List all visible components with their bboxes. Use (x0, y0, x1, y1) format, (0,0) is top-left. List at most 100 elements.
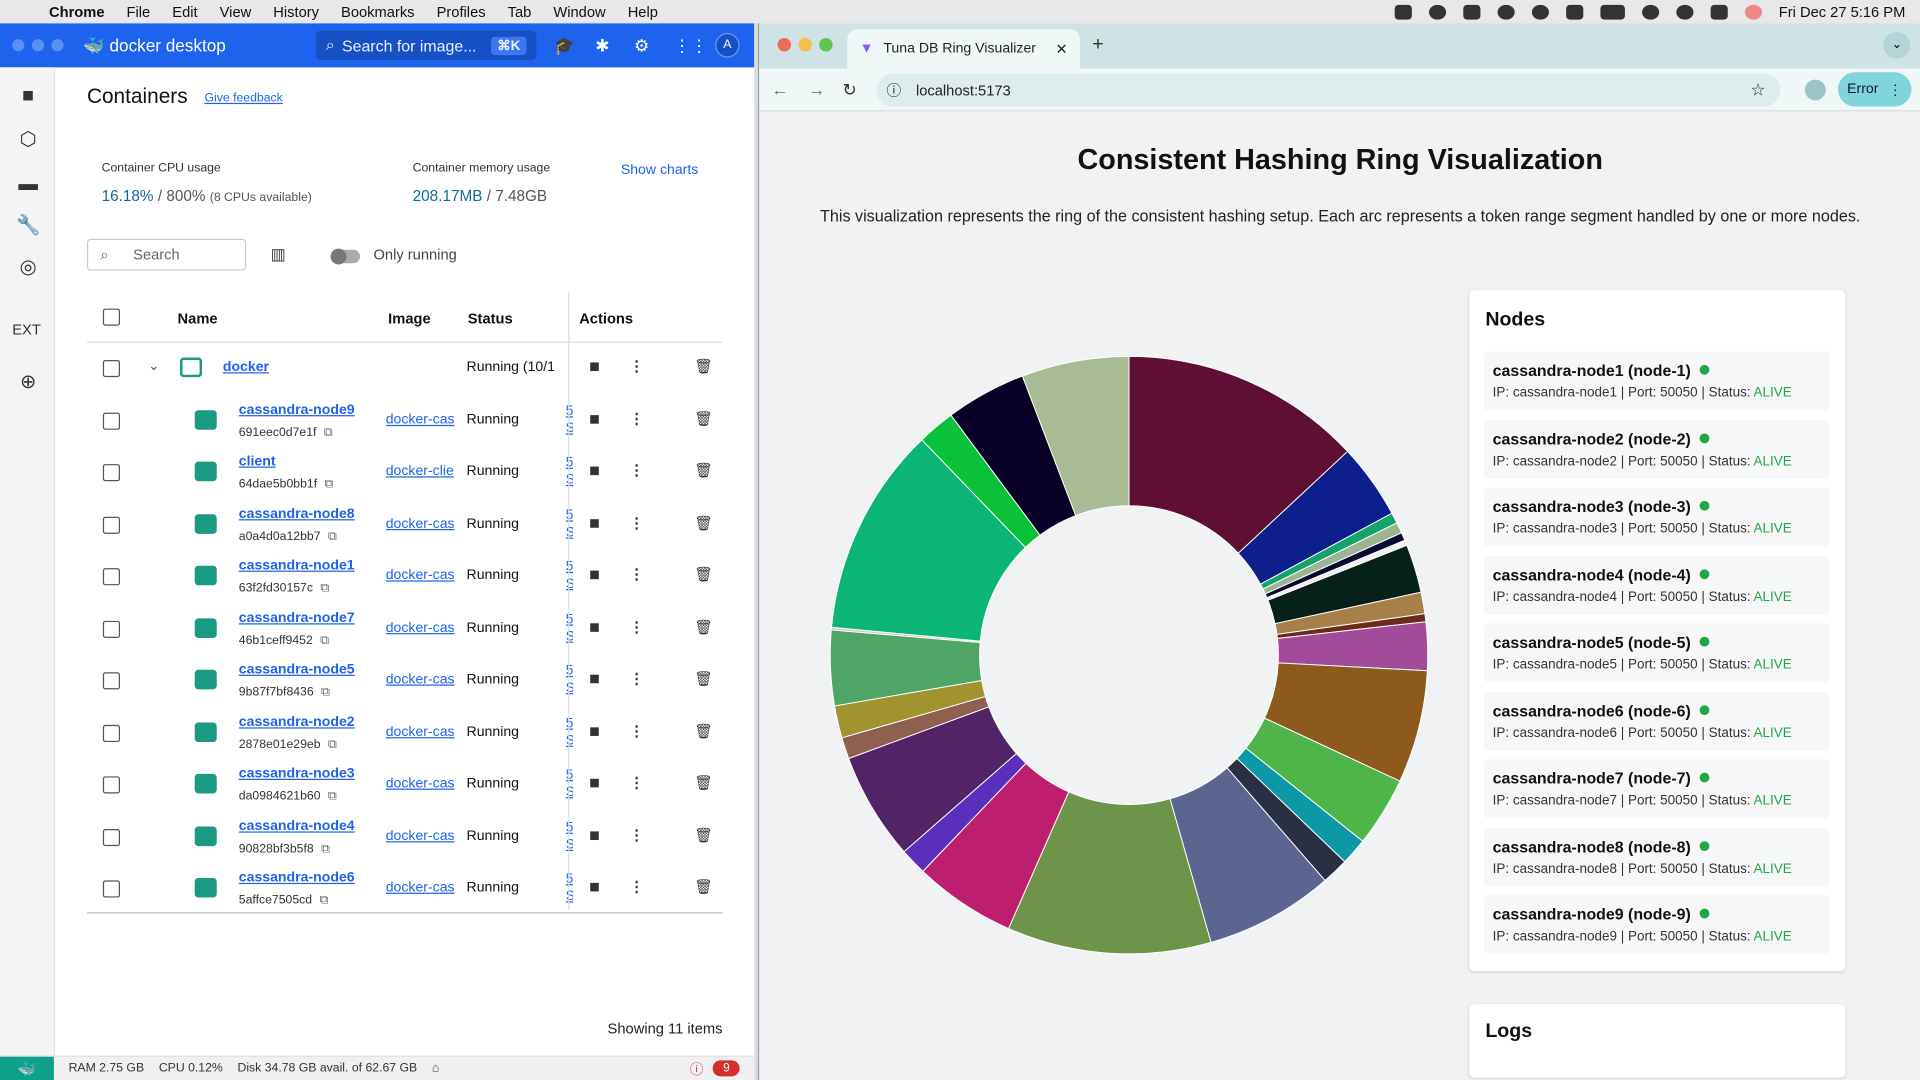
bookmark-star-icon[interactable]: ☆ (1750, 80, 1765, 101)
address-bar[interactable]: ⓘ localhost:5173 ☆ (876, 73, 1781, 107)
container-id[interactable]: 63f2fd30157c (239, 582, 329, 595)
menu-help[interactable]: Help (628, 3, 658, 20)
container-image[interactable]: docker-cas (386, 828, 459, 843)
browser-tab[interactable]: ▼ Tuna DB Ring Visualizer ✕ (847, 29, 1081, 69)
container-id[interactable]: 2878e01e29eb (239, 738, 337, 751)
apple-icon[interactable] (20, 3, 37, 20)
container-name[interactable]: cassandra-node7 (239, 610, 355, 625)
container-name[interactable]: cassandra-node2 (239, 714, 355, 729)
images-icon[interactable]: ⬡ (16, 129, 40, 153)
status-icon[interactable] (1497, 4, 1515, 19)
forward-arrow-icon[interactable]: → (808, 80, 825, 100)
group-name[interactable]: docker (223, 360, 269, 375)
volumes-icon[interactable]: ▬ (16, 173, 40, 197)
menu-bookmarks[interactable]: Bookmarks (341, 3, 415, 20)
close-window-button[interactable] (777, 37, 792, 52)
learning-center-icon[interactable]: 🎓 (553, 36, 574, 56)
table-row[interactable]: cassandra-node6 5affce7505cd docker-cas Run… (87, 863, 723, 915)
siri-icon[interactable] (1744, 4, 1762, 19)
minimize-window-button[interactable] (798, 37, 812, 52)
delete-icon[interactable]: 🗑 (694, 618, 713, 635)
delete-icon[interactable]: 🗑 (694, 878, 713, 895)
menu-edit[interactable]: Edit (172, 3, 197, 20)
columns-toggle-icon[interactable]: ▥ (271, 246, 291, 262)
chevron-down-icon[interactable]: ⌄ (148, 358, 159, 374)
delete-icon[interactable]: 🗑 (694, 722, 713, 739)
apps-grid-icon[interactable]: ⋮⋮ (673, 36, 707, 56)
more-icon[interactable]: ⋮ (629, 358, 644, 375)
clock[interactable]: Fri Dec 27 5:16 PM (1779, 3, 1906, 20)
back-arrow-icon[interactable]: ← (771, 80, 788, 100)
container-name[interactable]: client (239, 454, 276, 469)
container-id[interactable]: da0984621b60 (239, 790, 337, 803)
scout-icon[interactable]: ◎ (16, 256, 40, 280)
container-image[interactable]: docker-cas (386, 672, 459, 687)
more-icon[interactable]: ⋮ (629, 670, 644, 687)
container-id[interactable]: a0a4d0a12bb7 (239, 530, 337, 543)
more-icon[interactable]: ⋮ (629, 878, 644, 895)
row-checkbox[interactable] (102, 672, 121, 690)
container-id[interactable]: 691eec0d7e1f (239, 426, 333, 439)
error-menu-button[interactable]: Error ⋮ (1837, 72, 1912, 107)
delete-icon[interactable]: 🗑 (694, 826, 713, 843)
engine-status-whale-icon[interactable]: 🐳 (0, 1056, 54, 1080)
status-icon[interactable] (1428, 4, 1446, 19)
more-icon[interactable]: ⋮ (629, 722, 644, 739)
minimize-window-button[interactable] (31, 39, 45, 52)
row-checkbox[interactable] (102, 568, 121, 586)
container-image[interactable]: docker-cas (386, 776, 459, 791)
status-icon[interactable] (1394, 4, 1412, 19)
menu-window[interactable]: Window (553, 3, 605, 20)
container-search-input[interactable]: ⌕ Search (86, 238, 247, 271)
stop-icon[interactable] (590, 414, 599, 424)
table-row[interactable]: cassandra-node3 da0984621b60 docker-cas Run… (87, 759, 723, 811)
table-row[interactable]: cassandra-node8 a0a4d0a12bb7 docker-cas Run… (87, 499, 723, 551)
delete-icon[interactable]: 🗑 (694, 358, 713, 375)
row-checkbox[interactable] (102, 828, 121, 846)
stop-icon[interactable] (590, 778, 599, 788)
more-icon[interactable]: ⋮ (629, 774, 644, 791)
battery-icon[interactable] (1599, 4, 1625, 19)
search-icon[interactable] (1641, 4, 1659, 19)
profile-icon[interactable] (1804, 79, 1826, 101)
delete-icon[interactable]: 🗑 (694, 566, 713, 583)
stop-icon[interactable] (590, 674, 599, 684)
row-checkbox[interactable] (102, 880, 121, 898)
row-checkbox[interactable] (102, 412, 121, 430)
notifications-badge[interactable]: 9 (713, 1060, 740, 1077)
more-icon[interactable]: ⋮ (629, 410, 644, 427)
container-image[interactable]: docker-cas (386, 568, 459, 583)
give-feedback-link[interactable]: Give feedback (204, 92, 282, 105)
row-checkbox[interactable] (102, 360, 121, 378)
table-row[interactable]: cassandra-node1 63f2fd30157c docker-cas Run… (87, 551, 723, 603)
account-avatar[interactable]: A (715, 33, 740, 58)
status-icon[interactable] (1462, 4, 1480, 19)
container-name[interactable]: cassandra-node3 (239, 767, 355, 782)
menu-tab[interactable]: Tab (508, 3, 532, 20)
col-name[interactable]: Name (178, 310, 218, 327)
stop-icon[interactable] (590, 726, 599, 736)
row-checkbox[interactable] (102, 724, 121, 742)
compose-group-row[interactable]: ⌄ docker Running (10/1 ⋮ 🗑 (87, 343, 723, 395)
container-image[interactable]: docker-cas (386, 880, 459, 895)
container-name[interactable]: cassandra-node9 (239, 402, 355, 417)
container-id[interactable]: 46b1ceff9452 (239, 634, 329, 647)
docker-global-search[interactable]: ⌕ Search for image... ⌘K (315, 30, 537, 61)
stop-icon[interactable] (590, 622, 599, 632)
table-row[interactable]: cassandra-node5 9b87f7bf8436 docker-cas Run… (87, 655, 723, 707)
menu-profiles[interactable]: Profiles (437, 3, 486, 20)
container-id[interactable]: 64dae5b0bb1f (239, 478, 333, 491)
container-image[interactable]: docker-cas (386, 620, 459, 635)
select-all-checkbox[interactable] (102, 308, 121, 326)
stop-icon[interactable] (590, 570, 599, 580)
row-checkbox[interactable] (102, 620, 121, 638)
container-id[interactable]: 5affce7505cd (239, 894, 328, 907)
delete-icon[interactable]: 🗑 (694, 670, 713, 687)
play-icon[interactable] (1531, 4, 1549, 19)
more-icon[interactable]: ⋮ (629, 566, 644, 583)
container-image[interactable]: docker-cas (386, 724, 459, 739)
control-center-icon[interactable] (1710, 4, 1728, 19)
only-running-toggle[interactable] (330, 248, 361, 265)
container-id[interactable]: 90828bf3b5f8 (239, 842, 330, 855)
container-name[interactable]: cassandra-node6 (239, 871, 355, 886)
